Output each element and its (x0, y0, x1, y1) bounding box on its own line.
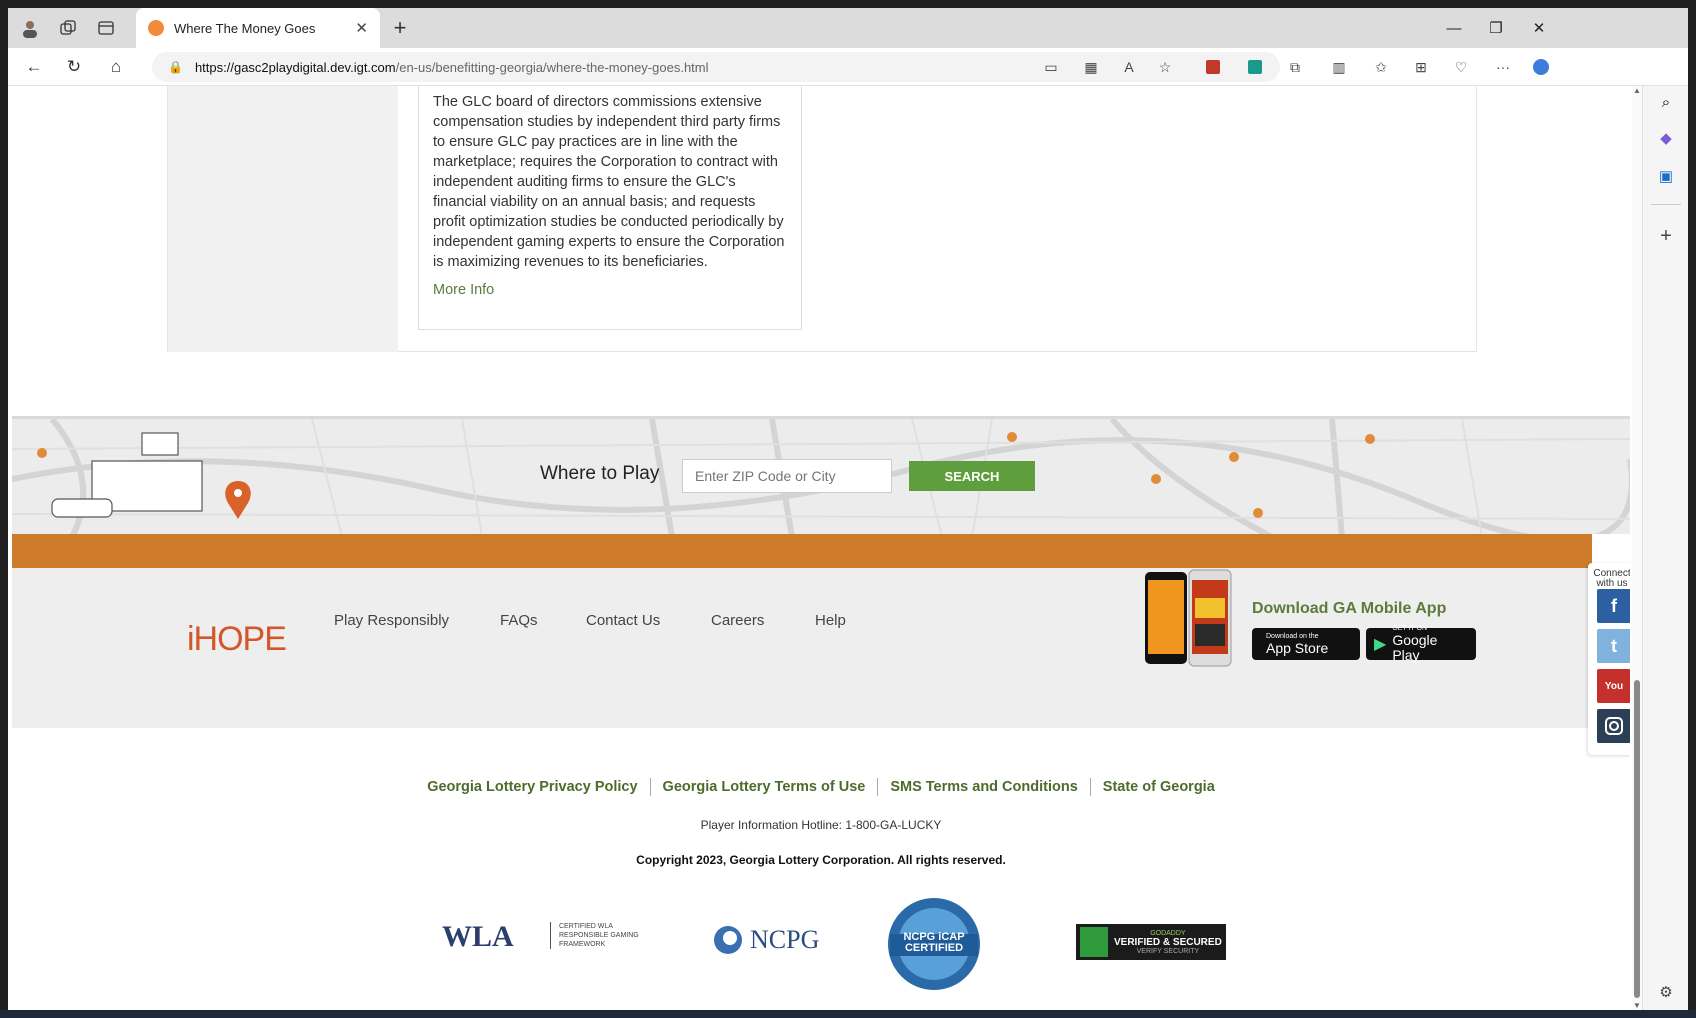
restore-icon[interactable]: ❐ (1476, 14, 1516, 42)
browser-essentials-icon[interactable]: ♡ (1450, 56, 1472, 78)
download-app-title: Download GA Mobile App (1252, 600, 1447, 617)
browser-window: Where The Money Goes ✕ + — ❐ ✕ ← ↻ ⌂ 🔒 h… (8, 8, 1688, 1010)
tab-actions-icon[interactable] (94, 16, 118, 40)
navigation-bar: ← ↻ ⌂ 🔒 https://gasc2playdigital.dev.igt… (8, 48, 1688, 86)
twitter-icon[interactable]: t (1597, 629, 1630, 663)
new-tab-icon[interactable]: + (388, 15, 412, 40)
active-tab[interactable]: Where The Money Goes ✕ (136, 8, 380, 48)
footer-link-careers[interactable]: Careers (711, 612, 764, 629)
sms-terms-link[interactable]: SMS Terms and Conditions (878, 778, 1091, 796)
state-of-georgia-link[interactable]: State of Georgia (1091, 778, 1227, 796)
footer-link-contact-us[interactable]: Contact Us (586, 612, 660, 629)
extensions-puzzle-icon[interactable]: ⧉ (1284, 56, 1306, 78)
google-play-icon: ▶ (1374, 636, 1387, 653)
info-card: The GLC board of directors commissions e… (418, 86, 802, 330)
left-column (168, 86, 398, 352)
search-button[interactable]: SEARCH (909, 461, 1035, 491)
close-tab-icon[interactable]: ✕ (355, 19, 368, 37)
lock-icon[interactable]: 🔒 (168, 60, 183, 74)
connect-with-us-panel: Connect with us f t You (1588, 563, 1630, 755)
where-to-play-section: Where to Play SEARCH (12, 416, 1630, 534)
favorites-icon[interactable]: ✩ (1370, 56, 1392, 78)
workspaces-icon[interactable] (56, 16, 80, 40)
url-text: https://gasc2playdigital.dev.igt.com/en-… (194, 59, 709, 75)
icap-certified-badge[interactable]: NCPG iCAP CERTIFIED (886, 896, 982, 992)
wla-certified-badge[interactable]: WLA CERTIFIED WLA RESPONSIBLE GAMING FRA… (442, 914, 668, 964)
more-info-link[interactable]: More Info (433, 282, 787, 298)
padlock-icon (1080, 927, 1108, 957)
os-taskbar (0, 1010, 1696, 1018)
footer-link-help[interactable]: Help (815, 612, 846, 629)
read-aloud-icon[interactable]: A (1118, 56, 1140, 78)
settings-gear-icon[interactable]: ⚙ (1654, 980, 1678, 1004)
scroll-down-icon[interactable]: ▼ (1632, 1001, 1642, 1010)
app-store-button[interactable]: Download on the App Store (1252, 628, 1360, 660)
scroll-thumb[interactable] (1634, 680, 1640, 998)
home-icon[interactable]: ⌂ (104, 55, 128, 79)
page-scrollbar[interactable]: ▲ ▼ (1632, 86, 1642, 1010)
minimize-icon[interactable]: — (1434, 14, 1474, 42)
connect-label: Connect with us (1593, 568, 1630, 589)
ncpg-badge[interactable]: NCPG (712, 920, 832, 960)
tab-title: Where The Money Goes (174, 20, 316, 36)
outlook-icon[interactable]: ▣ (1654, 164, 1678, 188)
app-available-icon[interactable]: ▦ (1080, 56, 1102, 78)
back-icon[interactable]: ← (22, 55, 46, 79)
collections-icon[interactable]: ⊞ (1410, 56, 1432, 78)
instagram-icon[interactable] (1597, 709, 1630, 743)
footer-link-play-responsibly[interactable]: Play Responsibly (334, 612, 449, 629)
terms-of-use-link[interactable]: Georgia Lottery Terms of Use (651, 778, 879, 796)
legal-links: Georgia Lottery Privacy Policy Georgia L… (12, 778, 1630, 796)
mobile-phones-image (1145, 569, 1232, 667)
sidebar-divider (1651, 204, 1681, 205)
google-play-button[interactable]: ▶ GET IT ON Google Play (1366, 625, 1476, 663)
tab-bar: Where The Money Goes ✕ + — ❐ ✕ (8, 8, 1688, 48)
peach-favicon-icon (148, 20, 164, 36)
search-icon[interactable]: ⌕ (1654, 90, 1678, 114)
copilot-icon[interactable] (1530, 56, 1552, 78)
zip-city-input[interactable] (682, 459, 892, 493)
content-section: The GLC board of directors commissions e… (167, 86, 1477, 352)
address-bar[interactable]: 🔒 https://gasc2playdigital.dev.igt.com/e… (152, 52, 1280, 82)
youtube-icon[interactable]: You (1597, 669, 1630, 703)
refresh-icon[interactable]: ↻ (62, 55, 86, 79)
ncpg-swirl-icon (714, 926, 742, 954)
where-to-play-label: Where to Play (540, 463, 660, 484)
extension-teal-icon[interactable] (1244, 56, 1266, 78)
favorite-star-icon[interactable]: ☆ (1154, 56, 1176, 78)
more-menu-icon[interactable]: ··· (1492, 56, 1514, 78)
add-sidebar-icon[interactable]: + (1654, 224, 1678, 248)
immersive-reader-icon[interactable]: ▭ (1040, 56, 1062, 78)
godaddy-secured-badge[interactable]: GODADDY VERIFIED & SECURED VERIFY SECURI… (1076, 924, 1226, 960)
card-text: The GLC board of directors commissions e… (433, 94, 785, 270)
footer-link-faqs[interactable]: FAQs (500, 612, 538, 629)
copyright-text: Copyright 2023, Georgia Lottery Corporat… (636, 853, 1006, 867)
profile-avatar-icon[interactable] (18, 16, 42, 40)
scroll-up-icon[interactable]: ▲ (1632, 86, 1642, 95)
close-window-icon[interactable]: ✕ (1519, 14, 1559, 42)
extension-red-icon[interactable] (1202, 56, 1224, 78)
privacy-policy-link[interactable]: Georgia Lottery Privacy Policy (415, 778, 651, 796)
ihope-logo[interactable]: iHOPE (187, 620, 287, 659)
facebook-icon[interactable]: f (1597, 589, 1630, 623)
split-screen-icon[interactable]: ▥ (1328, 56, 1350, 78)
web-page: The GLC board of directors commissions e… (12, 86, 1630, 1010)
footer-main: iHOPE Play Responsibly FAQs Contact Us C… (12, 568, 1630, 728)
browser-sidebar: ⌕ ◆ ▣ + ⚙ (1642, 86, 1688, 1010)
copilot-sidebar-icon[interactable]: ◆ (1654, 126, 1678, 150)
player-hotline: Player Information Hotline: 1-800-GA-LUC… (700, 818, 942, 832)
orange-divider (12, 534, 1592, 568)
